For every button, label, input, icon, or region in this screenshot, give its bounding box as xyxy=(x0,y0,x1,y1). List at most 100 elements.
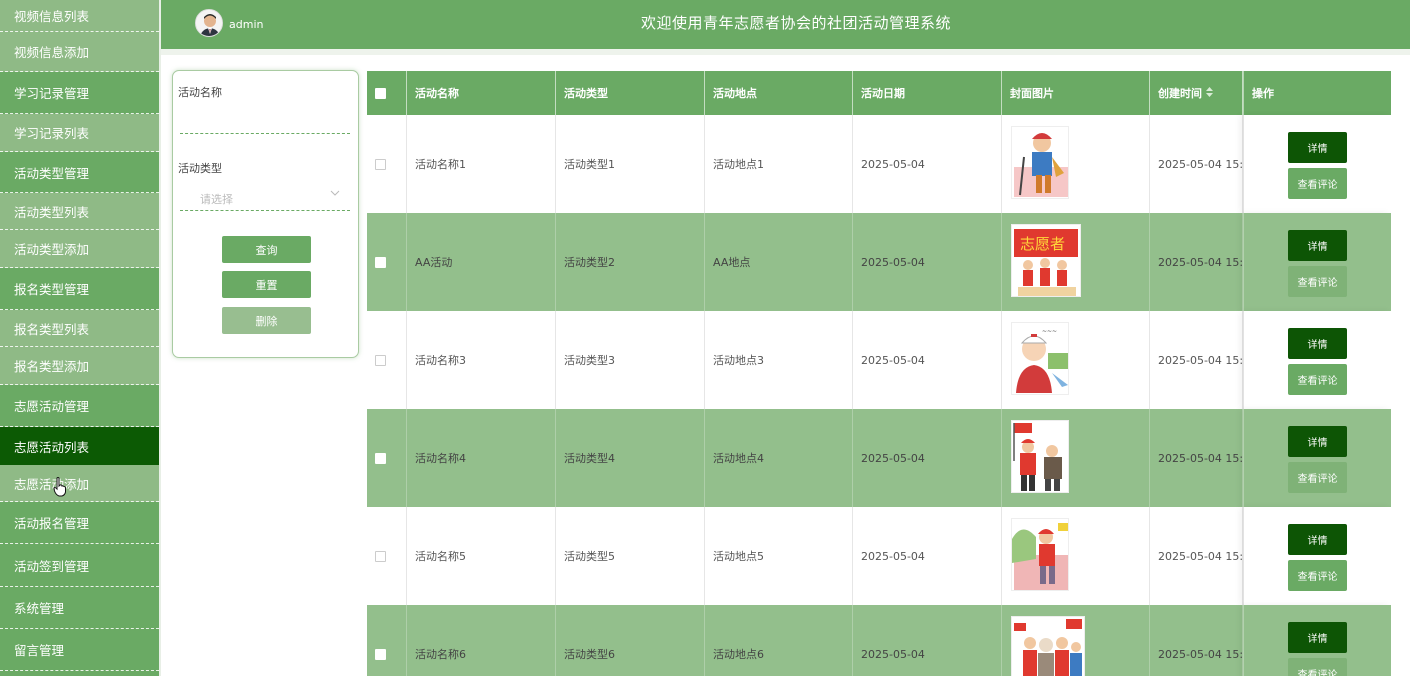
row-checkbox[interactable] xyxy=(375,452,386,464)
activity-date-cell: 2025-05-04 xyxy=(853,311,1002,409)
sidebar-item[interactable]: 志愿活动添加 xyxy=(0,465,159,502)
activity-type-cell: 活动类型2 xyxy=(556,213,705,311)
sort-icon[interactable] xyxy=(1206,87,1213,99)
activity-name-label: 活动名称 xyxy=(178,86,222,99)
query-button[interactable]: 查询 xyxy=(222,236,311,263)
col-activity-place: 活动地点 xyxy=(705,71,853,115)
sidebar-divider xyxy=(159,0,161,676)
reset-button[interactable]: 重置 xyxy=(222,271,311,298)
admin-avatar[interactable] xyxy=(195,9,223,37)
sidebar-item-label: 留言管理 xyxy=(14,643,65,658)
chevron-down-icon[interactable] xyxy=(330,189,340,200)
cover-image[interactable] xyxy=(1011,616,1085,676)
view-comments-button[interactable]: 查看评论 xyxy=(1288,560,1347,591)
row-checkbox[interactable] xyxy=(375,648,386,660)
operations-cell: 详情 查看评论 xyxy=(1243,507,1391,605)
view-comments-button[interactable]: 查看评论 xyxy=(1288,364,1347,395)
sidebar-item[interactable]: 留言管理 xyxy=(0,629,159,671)
detail-button[interactable]: 详情 xyxy=(1288,622,1347,653)
sidebar-item[interactable]: 活动类型添加 xyxy=(0,230,159,268)
activity-name-cell: 活动名称6 xyxy=(407,605,556,676)
detail-button[interactable]: 详情 xyxy=(1288,426,1347,457)
operations-cell: 详情 查看评论 xyxy=(1243,213,1391,311)
cover-image-cell xyxy=(1002,605,1150,676)
row-checkbox[interactable] xyxy=(375,158,386,170)
activity-type-label: 活动类型 xyxy=(178,162,222,175)
row-select-cell xyxy=(367,115,407,213)
sidebar-item-label: 报名类型添加 xyxy=(14,359,90,374)
detail-button[interactable]: 详情 xyxy=(1288,524,1347,555)
activity-type-cell: 活动类型4 xyxy=(556,409,705,507)
activity-place-cell: 活动地点4 xyxy=(705,409,853,507)
detail-button[interactable]: 详情 xyxy=(1288,230,1347,261)
header-spacer xyxy=(161,49,1410,55)
view-comments-button[interactable]: 查看评论 xyxy=(1288,266,1347,297)
table-row: 活动名称5活动类型5活动地点52025-05-04 2025-05-04 15:0… xyxy=(367,507,1391,605)
activity-name-cell: AA活动 xyxy=(407,213,556,311)
created-time-cell: 2025-05-04 15:00: xyxy=(1150,605,1243,676)
delete-button[interactable]: 删除 xyxy=(222,307,311,334)
sidebar-item[interactable]: 报名类型列表 xyxy=(0,310,159,347)
activity-type-underline xyxy=(180,210,350,211)
created-time-cell: 2025-05-04 15:00: xyxy=(1150,115,1243,213)
view-comments-button[interactable]: 查看评论 xyxy=(1288,658,1347,676)
cover-image[interactable] xyxy=(1011,518,1069,591)
sidebar-item[interactable]: 学习记录列表 xyxy=(0,114,159,152)
operations-cell: 详情 查看评论 xyxy=(1243,605,1391,676)
activity-name-input[interactable] xyxy=(180,133,350,134)
sidebar-item[interactable]: 报名类型添加 xyxy=(0,347,159,385)
sidebar-item-empty xyxy=(0,671,159,676)
col-operations: 操作 xyxy=(1243,71,1391,115)
created-time-cell: 2025-05-04 15:00: xyxy=(1150,311,1243,409)
cover-image-cell: 志愿者 xyxy=(1002,213,1150,311)
view-comments-button[interactable]: 查看评论 xyxy=(1288,168,1347,199)
sidebar-item[interactable]: 活动签到管理 xyxy=(0,544,159,587)
row-checkbox[interactable] xyxy=(375,256,386,268)
operations-cell: 详情 查看评论 xyxy=(1243,311,1391,409)
row-select-cell xyxy=(367,311,407,409)
activity-place-cell: 活动地点6 xyxy=(705,605,853,676)
detail-button[interactable]: 详情 xyxy=(1288,328,1347,359)
cover-image[interactable] xyxy=(1011,126,1069,199)
sidebar-item-label: 报名类型管理 xyxy=(14,282,90,297)
sidebar-item-label: 报名类型列表 xyxy=(14,321,90,337)
sidebar-item[interactable]: 活动报名管理 xyxy=(0,502,159,544)
sidebar-item[interactable]: 视频信息列表 xyxy=(0,0,159,32)
table-header: 活动名称 活动类型 活动地点 活动日期 封面图片 创建时间 操作 xyxy=(367,71,1391,115)
sidebar-item[interactable]: 活动类型列表 xyxy=(0,193,159,230)
sidebar-item[interactable]: 活动类型管理 xyxy=(0,152,159,193)
activity-place-cell: 活动地点3 xyxy=(705,311,853,409)
col-created-time[interactable]: 创建时间 xyxy=(1150,71,1243,115)
sidebar-item[interactable]: 系统管理 xyxy=(0,587,159,629)
row-checkbox[interactable] xyxy=(375,550,386,562)
cover-image[interactable] xyxy=(1011,420,1069,493)
hand-cursor-icon xyxy=(53,477,67,500)
select-all-checkbox[interactable] xyxy=(375,87,386,99)
activity-type-cell: 活动类型5 xyxy=(556,507,705,605)
sidebar-item-label: 学习记录列表 xyxy=(14,126,90,141)
admin-username[interactable]: admin xyxy=(229,18,263,31)
detail-button[interactable]: 详情 xyxy=(1288,132,1347,163)
activity-place-cell: 活动地点1 xyxy=(705,115,853,213)
activity-place-cell: 活动地点5 xyxy=(705,507,853,605)
sidebar-item[interactable]: 视频信息添加 xyxy=(0,32,159,72)
sidebar: 视频信息列表 视频信息添加学习记录管理 学习记录列表 活动类型管理活动类型列表 活动类型… xyxy=(0,0,159,676)
sidebar-item[interactable]: 学习记录管理 xyxy=(0,72,159,114)
view-comments-button[interactable]: 查看评论 xyxy=(1288,462,1347,493)
sidebar-item-label: 活动类型管理 xyxy=(14,165,90,181)
table-row: 活动名称4活动类型4活动地点42025-05-04 2025-05-04 15:0… xyxy=(367,409,1391,507)
row-checkbox[interactable] xyxy=(375,354,386,366)
col-activity-name: 活动名称 xyxy=(407,71,556,115)
sidebar-item[interactable]: 志愿活动管理 xyxy=(0,385,159,427)
sidebar-item[interactable]: 报名类型管理 xyxy=(0,268,159,310)
sidebar-item-label: 学习记录管理 xyxy=(14,86,90,101)
activity-type-select[interactable]: 请选择 xyxy=(200,191,233,207)
sidebar-item[interactable]: 志愿活动列表 xyxy=(0,427,159,465)
table-row: AA活动活动类型2AA地点2025-05-04 2025-05-04 15:00:… xyxy=(367,213,1391,311)
cover-image[interactable]: ~~~ xyxy=(1011,322,1069,395)
sidebar-item-label: 志愿活动列表 xyxy=(14,439,90,455)
cover-image[interactable]: 志愿者 xyxy=(1011,224,1081,297)
activity-date-cell: 2025-05-04 xyxy=(853,115,1002,213)
table-row: 活动名称6活动类型6活动地点62025-05-04 2025-05-04 15:0… xyxy=(367,605,1391,676)
sidebar-item-label: 系统管理 xyxy=(14,601,65,616)
